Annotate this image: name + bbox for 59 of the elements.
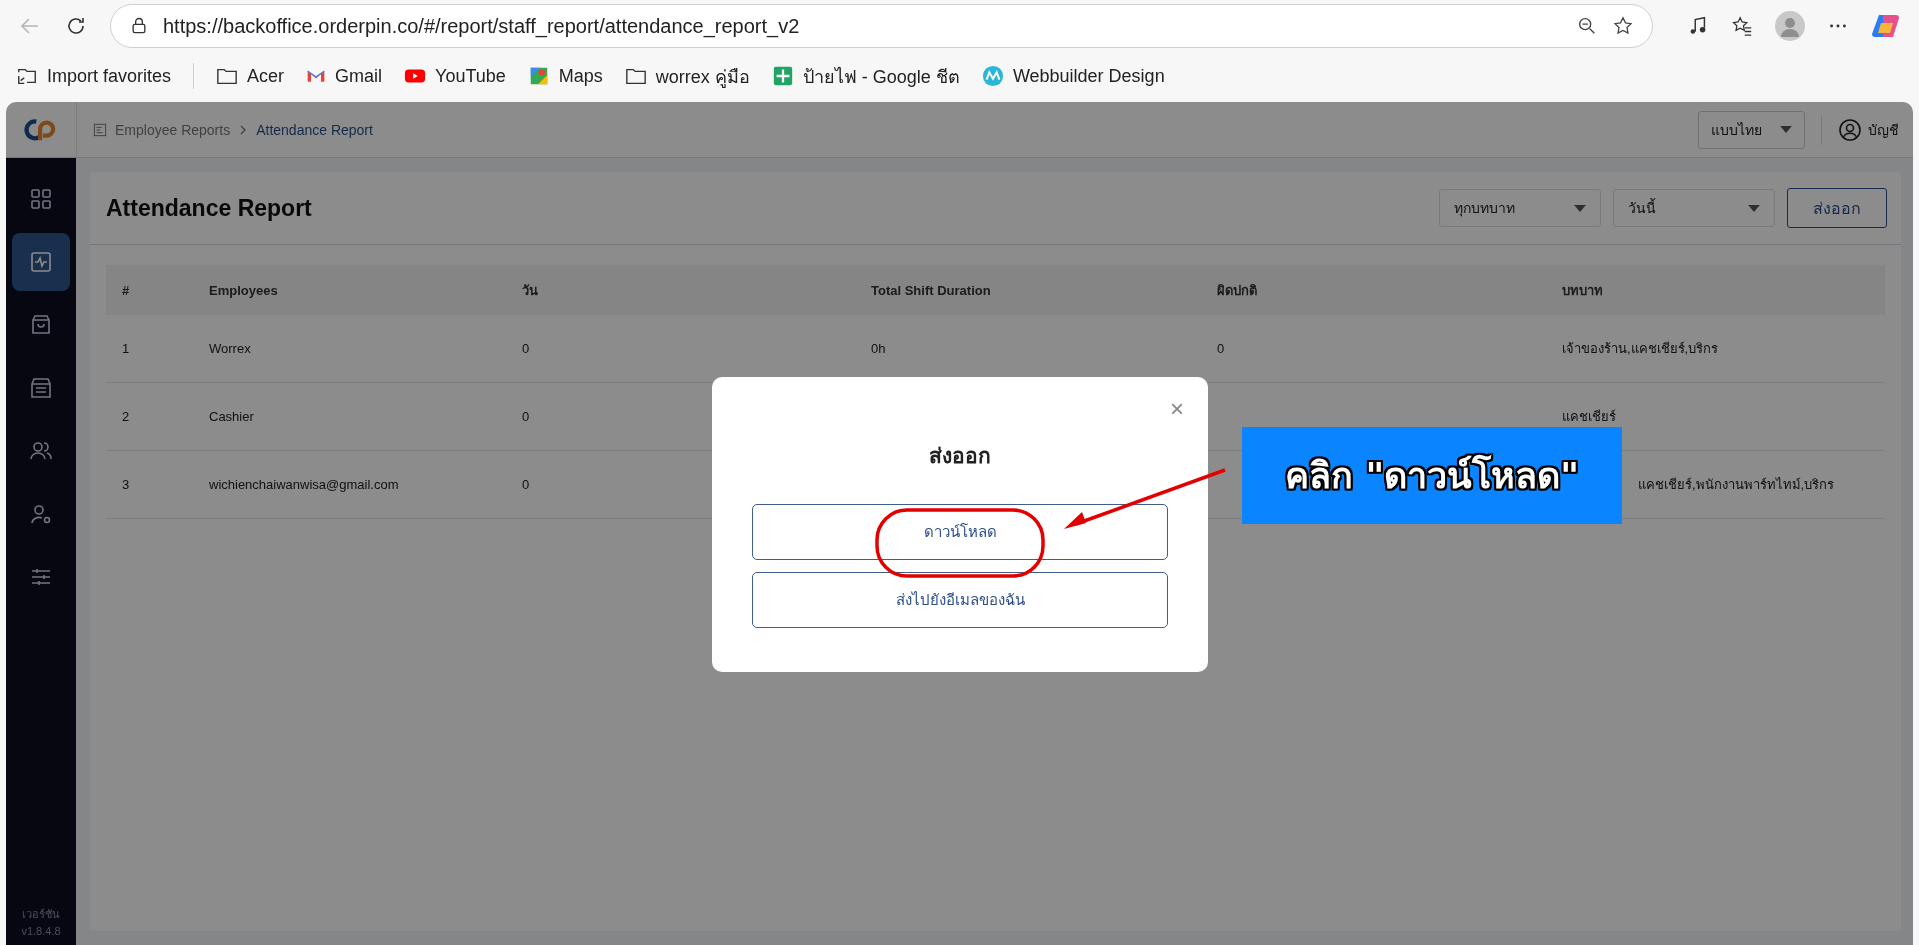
- bookmark[interactable]: worrex คู่มือ: [624, 61, 750, 91]
- bookmark[interactable]: Gmail: [306, 65, 383, 87]
- report-icon: [93, 122, 107, 137]
- user-settings-icon: [29, 502, 53, 526]
- table-cell-text: 3: [121, 477, 131, 492]
- favorites-icon[interactable]: [1731, 15, 1753, 37]
- bookmark[interactable]: YouTube: [404, 65, 506, 87]
- table-cell-text: Cashier: [208, 409, 255, 424]
- archive-icon: [29, 376, 53, 400]
- sidebar-item[interactable]: [12, 233, 70, 291]
- spreadsheet-icon: [771, 65, 794, 87]
- pulse-chart-icon: [29, 250, 53, 274]
- close-button[interactable]: ×: [1170, 395, 1184, 423]
- bookmark[interactable]: Import favorites: [16, 65, 172, 87]
- profile-avatar-icon[interactable]: [1775, 11, 1805, 41]
- table-cell-text: 0: [521, 409, 531, 424]
- table-cell-text: 0: [1216, 341, 1226, 356]
- table-cell-text: 0: [521, 477, 531, 492]
- page-title: Attendance Report: [106, 194, 312, 222]
- table-cell-text: wichienchaiwanwisa@gmail.com: [208, 477, 400, 492]
- address-bar[interactable]: https://backoffice.orderpin.co/#/report/staff_report/attendance_report_v2: [110, 4, 1653, 48]
- wave-logo-icon: [981, 65, 1004, 87]
- export-button[interactable]: ส่งออก: [1787, 188, 1887, 228]
- grid-icon: [29, 187, 53, 211]
- table-cell-text: แคชเชียร์: [1561, 408, 1617, 426]
- account-button[interactable]: บัญชี: [1838, 117, 1899, 142]
- language-select[interactable]: แบบไทย: [1698, 110, 1805, 149]
- annotation-callout: คลิก "ดาวน์โหลด": [1242, 427, 1622, 524]
- bookmark[interactable]: Webbuilder Design: [981, 65, 1165, 87]
- dropdown-caret-icon: [1574, 204, 1586, 212]
- user-circle-icon: [1838, 117, 1862, 142]
- version-label: เวอร์ชัน: [22, 907, 60, 922]
- table-cell-text: 0h: [870, 341, 887, 356]
- column-header: วัน: [521, 281, 539, 300]
- table-cell-text: 1: [121, 341, 131, 356]
- table-cell-text: แคชเชียร์,พนักงานพาร์ทไทม์,บริกร: [1637, 476, 1836, 494]
- bookmark[interactable]: Acer: [216, 65, 285, 87]
- breadcrumb-current: Attendance Report: [256, 121, 373, 138]
- bookmark[interactable]: Maps: [527, 65, 603, 87]
- dialog-option-button[interactable]: ดาวน์โหลด: [752, 504, 1168, 560]
- column-header: บทบาท: [1561, 281, 1604, 300]
- role-select[interactable]: ทุกบทบาท: [1439, 189, 1601, 227]
- table-cell-text: 0: [521, 341, 531, 356]
- table-cell-text: เจ้าของร้าน,แคชเชียร์,บริกร: [1561, 340, 1720, 358]
- column-header: ผิดปกติ: [1216, 281, 1258, 300]
- bookmark[interactable]: ป้ายไฟ - Google ชีต: [771, 61, 960, 91]
- dropdown-caret-icon: [1780, 126, 1792, 133]
- column-header: Total Shift Duration: [870, 282, 992, 298]
- star-icon[interactable]: [1612, 15, 1634, 37]
- column-header: Employees: [208, 282, 279, 298]
- version-number: v1.8.4.8: [21, 925, 61, 937]
- dropdown-caret-icon: [1748, 204, 1760, 212]
- date-select[interactable]: วันนี้: [1613, 189, 1775, 227]
- table-cell-text: 2: [121, 409, 131, 424]
- bag-icon: [29, 313, 53, 337]
- column-header: #: [121, 282, 131, 298]
- table-cell-text: Worrex: [208, 341, 252, 356]
- dialog-option-button[interactable]: ส่งไปยังอีเมลของฉัน: [752, 572, 1168, 628]
- dialog-title: ส่งออก: [929, 443, 991, 469]
